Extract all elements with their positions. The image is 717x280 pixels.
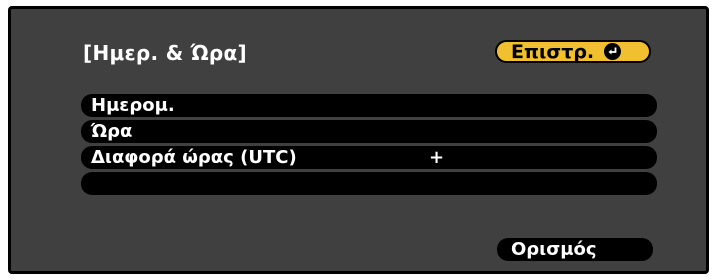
menu-item-label: Ώρα [91,121,133,142]
utc-offset-sign: + [429,147,445,168]
back-button[interactable]: Επιστρ. [495,40,651,63]
back-button-label: Επιστρ. [511,40,595,63]
date-time-dialog: [Ημερ. & Ώρα] Επιστρ. Ημερομ. Ώρα Διαφορ… [8,6,709,274]
set-button[interactable]: Ορισμός [497,238,653,261]
menu-item-time[interactable]: Ώρα [81,120,657,143]
settings-menu: Ημερομ. Ώρα Διαφορά ώρας (UTC) + [81,94,657,198]
enter-return-icon [604,43,622,60]
menu-item-empty[interactable] [81,172,657,195]
dialog-title: [Ημερ. & Ώρα] [83,41,247,65]
menu-item-utc-offset[interactable]: Διαφορά ώρας (UTC) + [81,146,657,169]
menu-item-date[interactable]: Ημερομ. [81,94,657,117]
menu-item-label: Ημερομ. [91,95,175,116]
menu-item-label: Διαφορά ώρας (UTC) [91,147,297,168]
